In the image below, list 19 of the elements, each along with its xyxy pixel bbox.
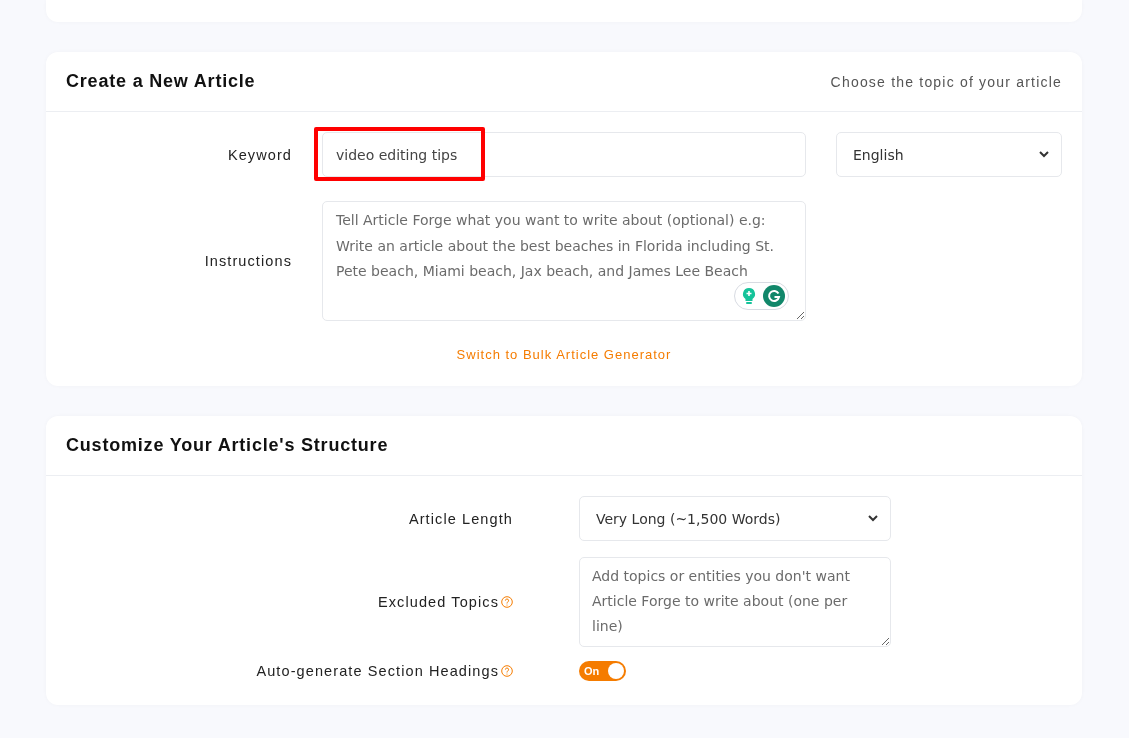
field-label: Keyword: [226, 146, 292, 163]
keyword-field[interactable]: video editing tips: [322, 132, 806, 177]
field-label: Auto-generate Section Headings: [256, 663, 499, 679]
g-logo-icon: [763, 285, 785, 307]
field-label: Article Length: [408, 510, 513, 527]
excluded-topics-field[interactable]: Add topics or entities you don't want Article Forge to write about (one per line): [579, 557, 891, 647]
length-select[interactable]: Very Long (~1,500 Words): [579, 496, 891, 541]
field-label: Excluded Topics: [377, 594, 499, 610]
language-select[interactable]: English: [836, 132, 1062, 177]
instructions-field[interactable]: Tell Article Forge what you want to write about (optional) e.g: Write an article about the best beaches in Florida including St. Pete beach, Miami beach, Jax beach, and James Lee Beach: [322, 201, 806, 321]
card-subtitle: Choose the topic of your article: [830, 73, 1062, 90]
chevron-icon: [868, 515, 878, 522]
help-icon[interactable]: [501, 665, 513, 677]
chevron-icon: [1039, 151, 1049, 158]
card-title: Customize Your Article's Structure: [66, 435, 389, 456]
card-title: Create a New Article: [66, 71, 256, 92]
bulb-icon: [741, 287, 757, 305]
help-icon[interactable]: [501, 596, 513, 608]
field-label: Instructions: [203, 253, 292, 269]
